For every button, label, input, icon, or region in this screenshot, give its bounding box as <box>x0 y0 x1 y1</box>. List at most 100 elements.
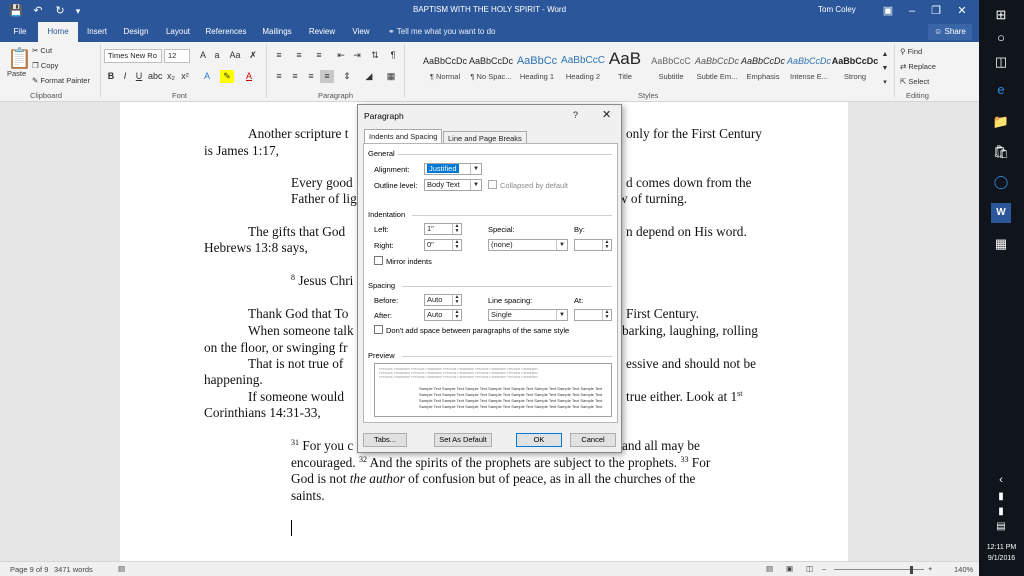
word-icon[interactable]: W <box>991 203 1011 223</box>
tab-view[interactable]: View <box>346 22 376 42</box>
special-dropdown[interactable]: (none) ▼ <box>488 239 568 251</box>
line-spacing-icon[interactable]: ⇕ <box>340 70 354 83</box>
tab-review[interactable]: Review <box>304 22 340 42</box>
style-title[interactable]: AaB Title <box>600 46 650 86</box>
select-button[interactable]: ⇱ Select <box>900 77 929 86</box>
calculator-icon[interactable]: ▦ <box>991 234 1011 254</box>
multilevel-list-icon[interactable]: ≡ <box>312 49 326 62</box>
align-center-icon[interactable]: ≡ <box>288 70 302 83</box>
borders-icon[interactable]: ▦ <box>384 70 398 83</box>
clock-date[interactable]: 9/1/2016 <box>979 555 1024 562</box>
tab-references[interactable]: References <box>202 22 250 42</box>
superscript-icon[interactable]: x² <box>178 70 192 83</box>
clock-time[interactable]: 12:11 PM <box>979 544 1024 551</box>
right-indent-spinner[interactable]: 0" ▲ ▼ <box>424 239 462 251</box>
proofing-icon[interactable]: ▤ <box>118 564 125 573</box>
copy-button[interactable]: ❐ Copy <box>32 61 58 70</box>
tell-me-box[interactable]: ⚭ Tell me what you want to do <box>388 22 496 42</box>
sort-icon[interactable]: ⇅ <box>368 49 382 62</box>
tab-mailings[interactable]: Mailings <box>256 22 298 42</box>
by-spinner[interactable]: ▲ ▼ <box>574 239 612 251</box>
clear-formatting-icon[interactable]: ✗ <box>246 49 260 62</box>
read-mode-icon[interactable]: ▤ <box>766 564 773 573</box>
bullets-icon[interactable]: ≡ <box>272 49 286 62</box>
style-subtitle[interactable]: AaBbCcC Subtitle <box>646 46 696 86</box>
at-spinner[interactable]: ▲ ▼ <box>574 309 612 321</box>
paste-icon[interactable]: 📋 <box>7 46 32 71</box>
align-right-icon[interactable]: ≡ <box>304 70 318 83</box>
web-layout-icon[interactable]: ◫ <box>806 564 813 573</box>
dialog-close-icon[interactable]: ✕ <box>602 108 611 121</box>
print-layout-icon[interactable]: ▣ <box>786 564 793 573</box>
zoom-in-icon[interactable]: + <box>928 564 932 573</box>
tab-indents-spacing[interactable]: Indents and Spacing <box>364 129 443 144</box>
style-subtle-emphasis[interactable]: AaBbCcDc Subtle Em... <box>692 46 742 86</box>
notifications-icon[interactable]: ▤ <box>991 517 1011 537</box>
help-icon[interactable]: ? <box>573 110 578 120</box>
left-indent-spinner[interactable]: 1" ▲ ▼ <box>424 223 462 235</box>
tab-layout[interactable]: Layout <box>160 22 196 42</box>
strikethrough-icon[interactable]: abc <box>148 70 163 83</box>
app-icon[interactable]: ◯ <box>991 172 1011 192</box>
font-color-icon[interactable]: A <box>242 70 256 83</box>
tab-design[interactable]: Design <box>118 22 154 42</box>
minimize-icon[interactable]: – <box>904 3 920 19</box>
cortana-icon[interactable]: ○ <box>991 28 1011 48</box>
styles-scroll-down-icon[interactable]: ▼ <box>878 62 892 75</box>
line-spacing-dropdown[interactable]: Single ▼ <box>488 309 568 321</box>
set-as-default-button[interactable]: Set As Default <box>434 433 492 447</box>
find-button[interactable]: ⚲ Find <box>900 47 922 56</box>
restore-icon[interactable]: ❐ <box>928 3 944 19</box>
store-icon[interactable]: 🛍 <box>991 142 1011 162</box>
dont-add-space-checkbox[interactable] <box>374 325 383 334</box>
cancel-button[interactable]: Cancel <box>570 433 616 447</box>
style-no-spacing[interactable]: AaBbCcDc ¶ No Spac... <box>466 46 516 86</box>
align-left-icon[interactable]: ≡ <box>272 70 286 83</box>
tab-home[interactable]: Home <box>38 22 78 42</box>
collapsed-checkbox[interactable] <box>488 180 497 189</box>
page-count[interactable]: Page 9 of 9 <box>10 565 48 574</box>
task-view-icon[interactable]: ◫ <box>991 52 1011 72</box>
shading-icon[interactable]: ◢ <box>362 70 376 83</box>
font-name-combo[interactable]: Times New Ro <box>104 49 162 63</box>
highlight-icon[interactable]: ✎ <box>220 70 234 83</box>
alignment-dropdown[interactable]: Justified ▼ <box>424 163 482 175</box>
styles-scroll-up-icon[interactable]: ▲ <box>878 48 892 61</box>
show-marks-icon[interactable]: ¶ <box>386 49 400 62</box>
style-intense-emphasis[interactable]: AaBbCcDc Intense E... <box>784 46 834 86</box>
styles-more-icon[interactable]: ▾ <box>878 76 892 89</box>
increase-indent-icon[interactable]: ⇥ <box>350 49 364 62</box>
start-icon[interactable]: ⊞ <box>991 5 1011 25</box>
user-name[interactable]: Tom Coley <box>818 5 856 14</box>
style-heading-1[interactable]: AaBbCc Heading 1 <box>512 46 562 86</box>
shrink-font-icon[interactable]: a <box>210 49 224 62</box>
tab-file[interactable]: File <box>6 22 34 42</box>
spacing-before-spinner[interactable]: Auto ▲ ▼ <box>424 294 462 306</box>
style-emphasis[interactable]: AaBbCcDc Emphasis <box>738 46 788 86</box>
numbering-icon[interactable]: ≡ <box>292 49 306 62</box>
zoom-out-icon[interactable]: – <box>822 564 826 573</box>
replace-button[interactable]: ⇄ Replace <box>900 62 936 71</box>
mirror-indents-checkbox[interactable] <box>374 256 383 265</box>
paste-button[interactable]: Paste <box>7 69 26 78</box>
format-painter-button[interactable]: ✎ Format Painter <box>32 76 90 85</box>
grow-font-icon[interactable]: A <box>196 49 210 62</box>
close-icon[interactable]: ✕ <box>954 3 970 19</box>
share-button[interactable]: ☺ Share <box>928 24 972 40</box>
zoom-level[interactable]: 140% <box>954 565 973 574</box>
word-count[interactable]: 3471 words <box>54 565 93 574</box>
change-case-icon[interactable]: Aa <box>228 49 242 62</box>
ribbon-display-icon[interactable]: ▣ <box>880 3 896 19</box>
style-strong[interactable]: AaBbCcDc Strong <box>830 46 880 86</box>
decrease-indent-icon[interactable]: ⇤ <box>334 49 348 62</box>
zoom-thumb[interactable] <box>910 566 913 574</box>
bold-icon[interactable]: B <box>104 70 118 83</box>
italic-icon[interactable]: I <box>118 70 132 83</box>
tabs-button[interactable]: Tabs... <box>363 433 407 447</box>
font-size-combo[interactable]: 12 <box>164 49 190 63</box>
underline-icon[interactable]: U <box>132 70 146 83</box>
style-normal[interactable]: AaBbCcDc ¶ Normal <box>420 46 470 86</box>
edge-icon[interactable]: e <box>991 80 1011 100</box>
outline-level-dropdown[interactable]: Body Text ▼ <box>424 179 482 191</box>
cut-button[interactable]: ✂ Cut <box>32 46 52 55</box>
